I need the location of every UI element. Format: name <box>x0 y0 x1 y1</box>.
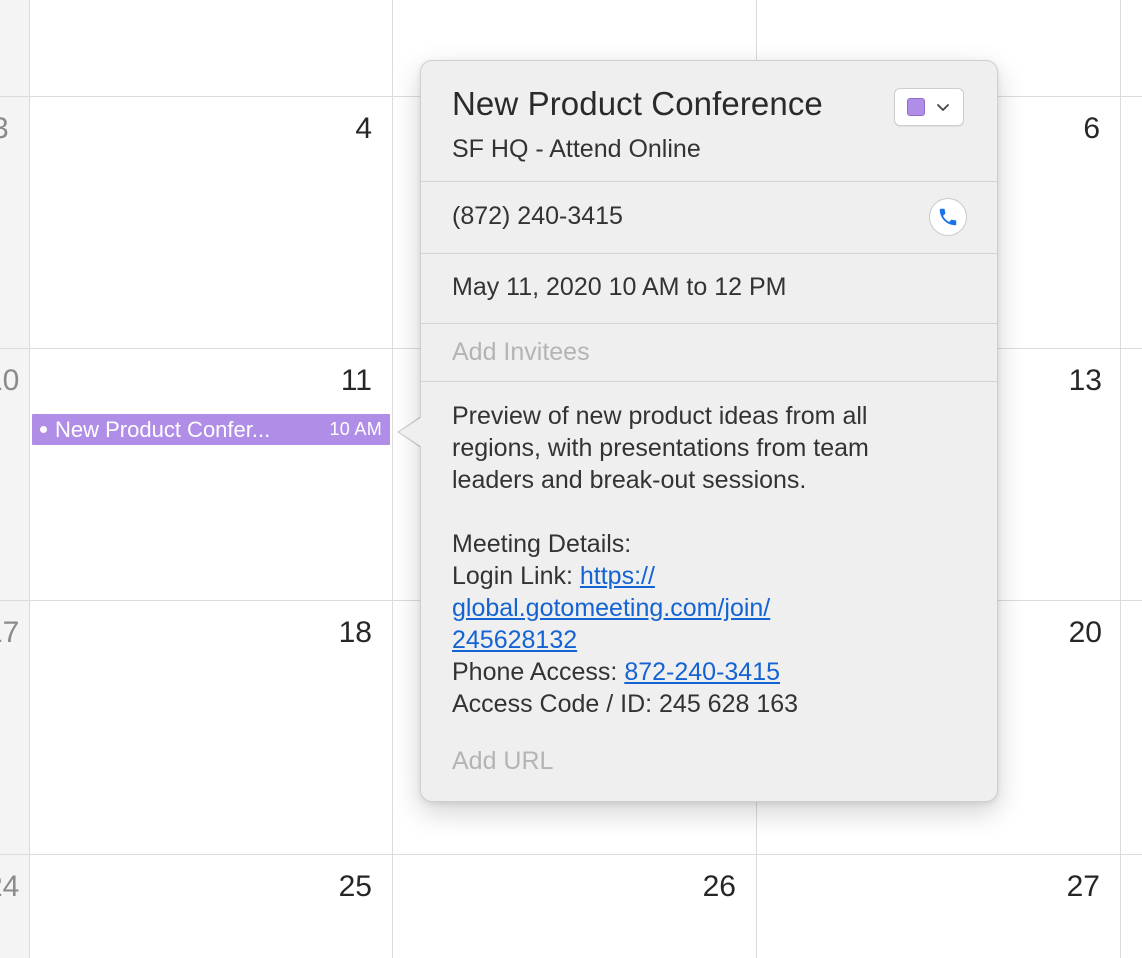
phone-access-link[interactable]: 872-240-3415 <box>624 658 780 686</box>
day-number[interactable]: 25 <box>292 869 372 905</box>
day-number[interactable]: 18 <box>292 615 372 651</box>
notes-line: regions, with presentations from team <box>452 434 869 462</box>
phone-access-label: Phone Access: <box>452 658 625 686</box>
grid-divider <box>1120 0 1121 958</box>
chevron-down-icon <box>937 104 949 111</box>
day-number[interactable]: 6 <box>1020 111 1100 147</box>
add-invitees-field[interactable]: Add Invitees <box>421 338 997 367</box>
call-button[interactable] <box>929 198 967 236</box>
notes-line: Preview of new product ideas from all <box>452 402 868 430</box>
event-location[interactable]: SF HQ - Attend Online <box>421 135 997 164</box>
access-code: Access Code / ID: 245 628 163 <box>452 690 799 718</box>
grid-divider <box>29 0 30 958</box>
event-datetime[interactable]: May 11, 2020 10 AM to 12 PM <box>421 273 997 302</box>
event-phone[interactable]: (872) 240-3415 <box>421 202 997 231</box>
event-notes[interactable]: Preview of new product ideas from all re… <box>421 400 961 720</box>
day-number[interactable]: 3 <box>0 111 12 147</box>
separator <box>421 253 997 254</box>
day-number[interactable]: 11 <box>292 363 372 399</box>
calendar-event-bar[interactable]: New Product Confer... 10 AM <box>32 414 390 445</box>
login-link[interactable]: https:// <box>580 562 655 590</box>
day-number[interactable]: 24 <box>0 869 19 905</box>
day-number[interactable]: 10 <box>0 363 19 399</box>
event-detail-popover: New Product Conference SF HQ - Attend On… <box>420 60 998 802</box>
add-url-field[interactable]: Add URL <box>421 747 997 776</box>
calendar-color-swatch <box>907 98 925 116</box>
popover-arrow-fill <box>399 417 422 447</box>
login-link[interactable]: global.gotomeeting.com/join/ <box>452 594 770 622</box>
separator <box>421 381 997 382</box>
meeting-details-heading: Meeting Details: <box>452 530 632 558</box>
day-number[interactable]: 20 <box>1022 615 1102 651</box>
day-number[interactable]: 27 <box>1020 869 1100 905</box>
event-bar-time: 10 AM <box>329 419 382 439</box>
phone-icon <box>939 208 957 226</box>
day-number[interactable]: 26 <box>656 869 736 905</box>
notes-line: leaders and break-out sessions. <box>452 466 807 494</box>
calendar-color-picker[interactable] <box>894 88 964 126</box>
separator <box>421 323 997 324</box>
login-link-label: Login Link: <box>452 562 580 590</box>
grid-divider <box>392 0 393 958</box>
day-number[interactable]: 4 <box>292 111 372 147</box>
separator <box>421 181 997 182</box>
login-link[interactable]: 245628132 <box>452 626 577 654</box>
day-number[interactable]: 17 <box>0 615 19 651</box>
grid-divider <box>0 854 1142 855</box>
event-bar-title: New Product Confer... <box>55 416 271 442</box>
event-dot-icon <box>40 426 47 433</box>
day-number[interactable]: 13 <box>1022 363 1102 399</box>
